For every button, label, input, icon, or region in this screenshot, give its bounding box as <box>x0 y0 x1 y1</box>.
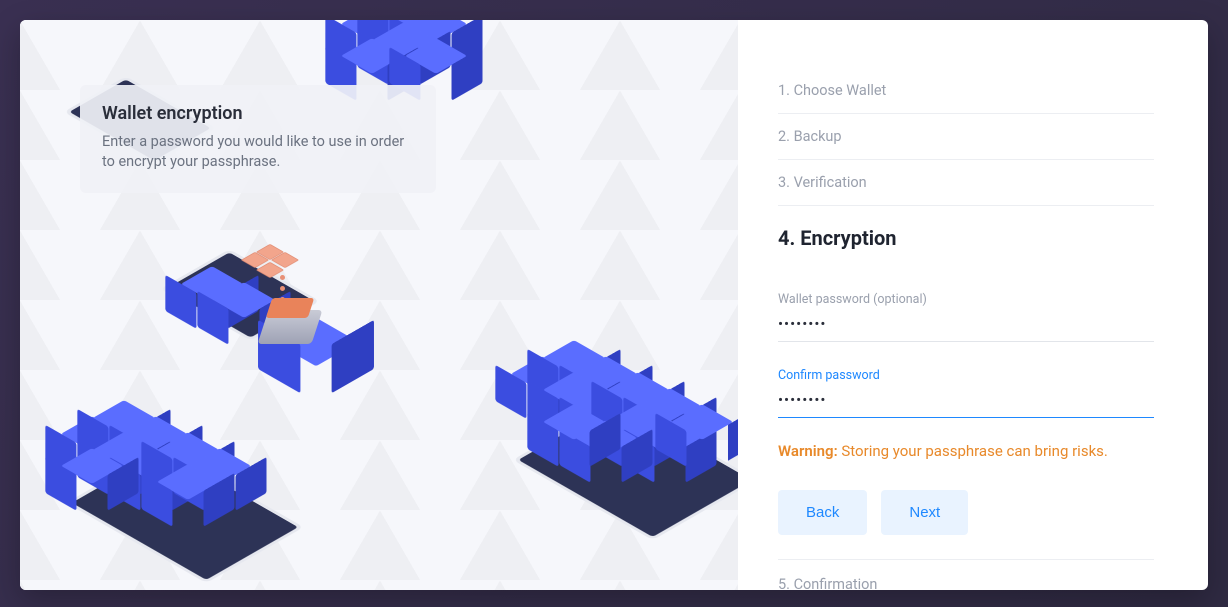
warning-message: Storing your passphrase can bring risks. <box>841 442 1107 460</box>
warning-prefix: Warning: <box>778 442 838 460</box>
warning-text: Warning: Storing your passphrase can bri… <box>778 442 1154 460</box>
encryption-machine-icon <box>255 280 325 350</box>
encryption-form: Wallet password (optional) Confirm passw… <box>778 266 1154 559</box>
step-backup[interactable]: 2. Backup <box>778 114 1154 160</box>
next-button[interactable]: Next <box>881 490 968 535</box>
cube-cluster <box>50 400 310 590</box>
password-field-group: Wallet password (optional) <box>778 292 1154 342</box>
step-verification[interactable]: 3. Verification <box>778 160 1154 206</box>
wizard-buttons: Back Next <box>778 490 1154 535</box>
illustration-panel: Wallet encryption Enter a password you w… <box>20 20 738 590</box>
confirm-password-label: Confirm password <box>778 368 1154 383</box>
step-confirmation[interactable]: 5. Confirmation <box>778 560 1154 590</box>
back-button[interactable]: Back <box>778 490 867 535</box>
wallet-setup-card: Wallet encryption Enter a password you w… <box>20 20 1208 590</box>
tooltip-body: Enter a password you would like to use i… <box>102 132 414 173</box>
step-choose-wallet[interactable]: 1. Choose Wallet <box>778 68 1154 114</box>
step-encryption: 4. Encryption <box>778 206 1154 266</box>
tooltip-title: Wallet encryption <box>102 103 414 124</box>
info-tooltip: Wallet encryption Enter a password you w… <box>80 85 436 193</box>
confirm-field-group: Confirm password <box>778 368 1154 418</box>
puzzle-piece-icon <box>245 240 315 280</box>
cube-cluster <box>480 330 738 590</box>
password-label: Wallet password (optional) <box>778 292 1154 307</box>
wallet-password-input[interactable] <box>778 309 1154 342</box>
confirm-password-input[interactable] <box>778 385 1154 418</box>
wizard-panel: 1. Choose Wallet 2. Backup 3. Verificati… <box>738 20 1208 590</box>
